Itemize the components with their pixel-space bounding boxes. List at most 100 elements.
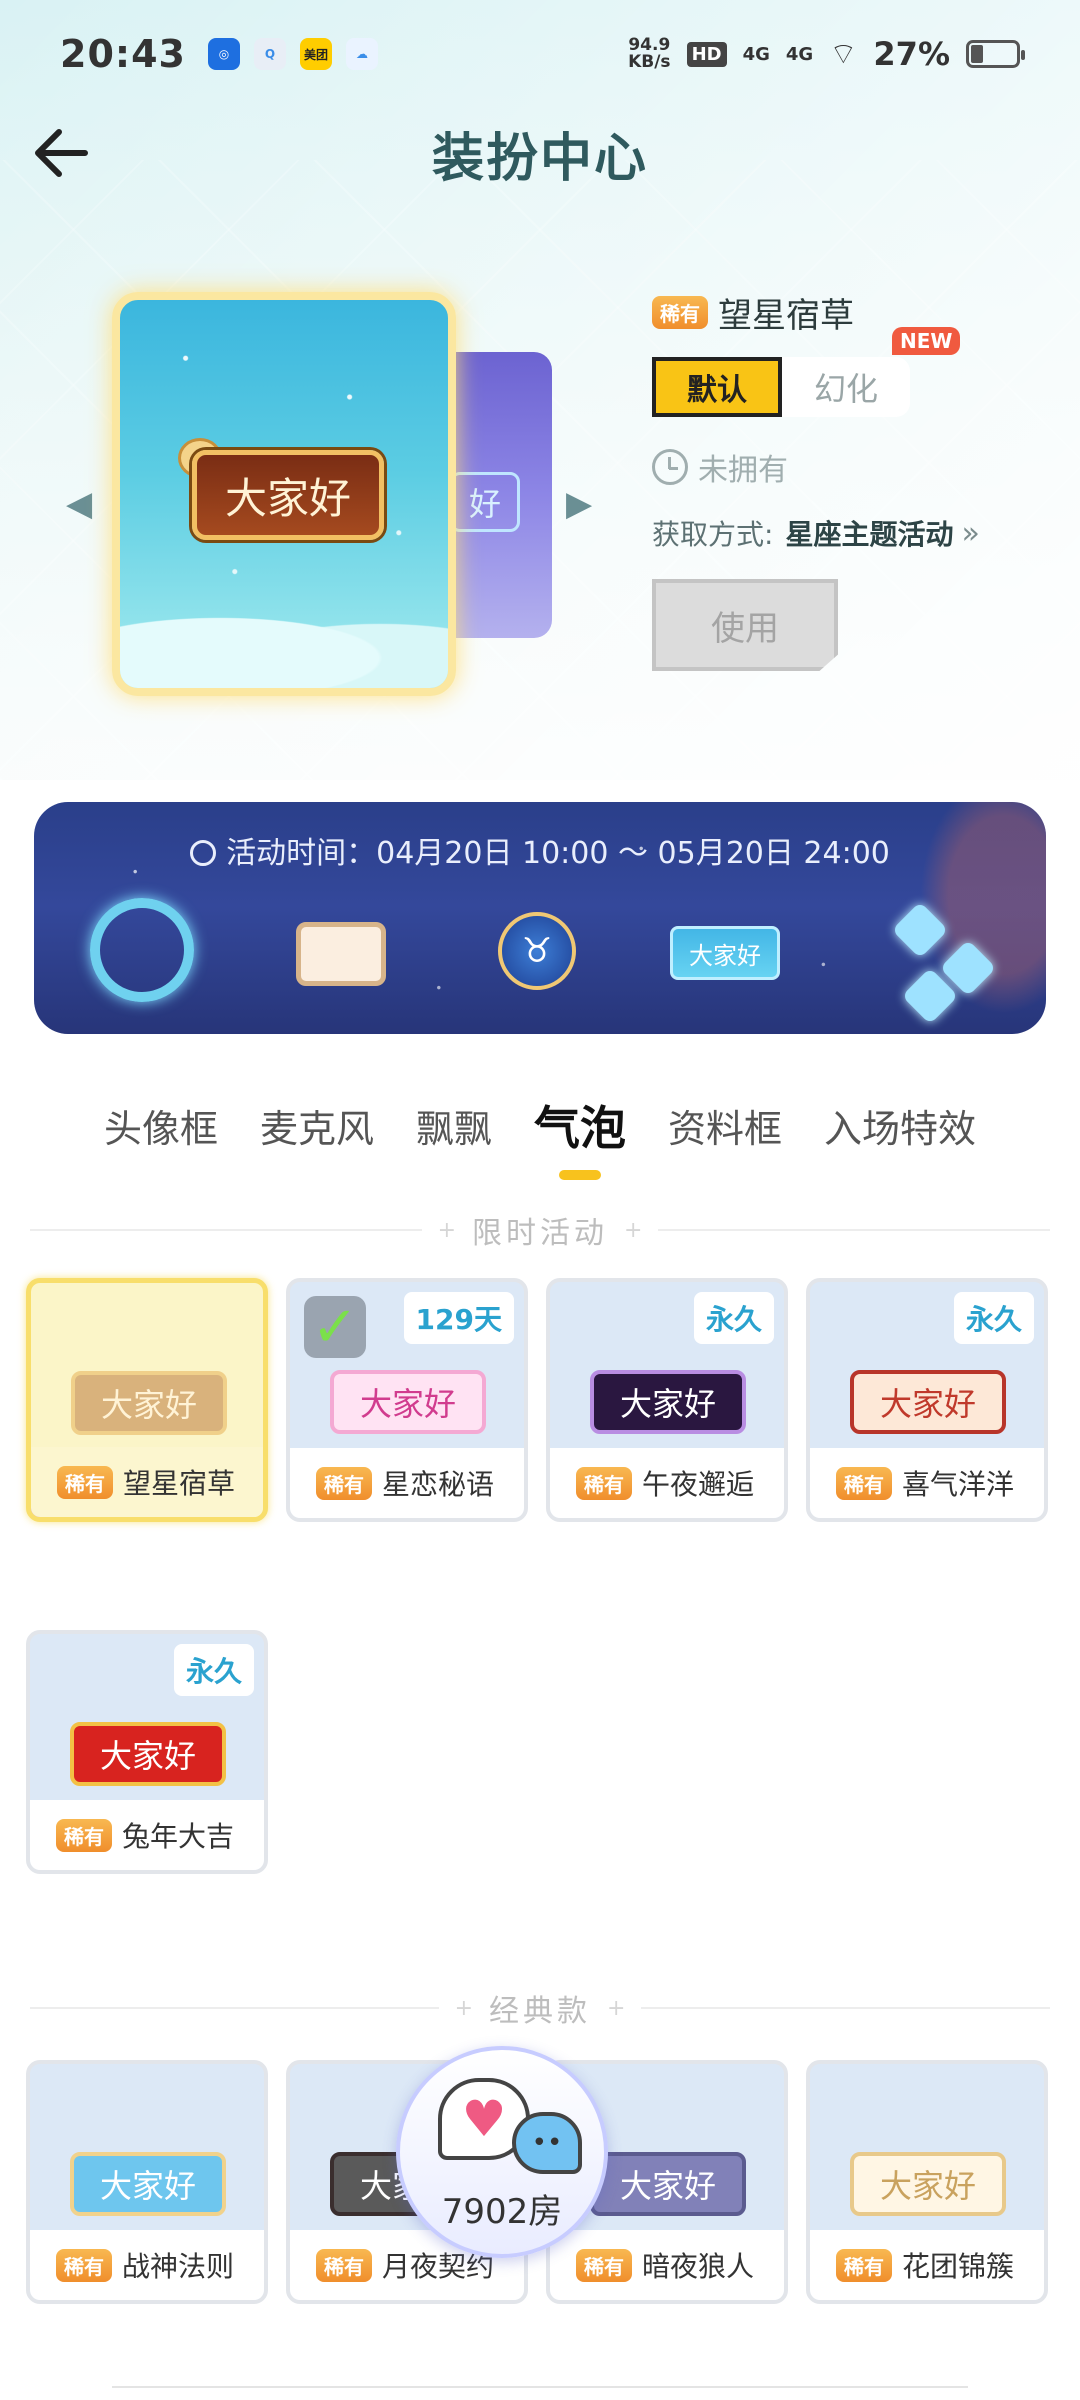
rare-tag: 稀有: [57, 1465, 113, 1499]
back-button[interactable]: [28, 120, 94, 186]
q-app-icon: Q: [253, 38, 286, 70]
rare-tag: 稀有: [316, 1466, 372, 1500]
room-float-button[interactable]: ♥ •• 7902房: [396, 2046, 608, 2258]
double-chevron-icon[interactable]: »: [961, 516, 979, 551]
bubble-preview: 大家好: [330, 1370, 486, 1434]
acquire-method[interactable]: 获取方式: 星座主题活动 »: [652, 513, 1062, 553]
status-bar: 20:43 ◎ Q 美团 ☁ 94.9 KB/s HD 4G 4G ⌔ 27%: [0, 0, 1080, 108]
preview-next-bubble: 好: [450, 472, 520, 532]
next-arrow-icon[interactable]: ▶: [566, 484, 592, 524]
net-speed: 94.9 KB/s: [628, 37, 670, 71]
circle-app-icon: ◎: [207, 38, 240, 70]
battery-fill: [971, 45, 983, 63]
item-name: 星恋秘语: [382, 1468, 495, 1501]
preview-next-card[interactable]: 好: [440, 352, 552, 638]
acquire-value[interactable]: 星座主题活动: [785, 513, 953, 553]
bubble-item-card[interactable]: 大家好 129天 ✓ 稀有 星恋秘语: [286, 1278, 528, 1522]
avatar-frame-reward: [90, 898, 194, 1002]
rare-tag: 稀有: [576, 2248, 632, 2282]
checkmark-icon: ✓: [304, 1295, 366, 1360]
category-tabs: 头像框 麦克风 飘飘 气泡 资料框 入场特效: [0, 1080, 1080, 1180]
divider-line: [30, 1229, 422, 1231]
plus-icon: +: [624, 1217, 643, 1243]
item-name: 兔年大吉: [122, 1820, 235, 1853]
tab-profile-frame[interactable]: 资料框: [668, 1098, 782, 1153]
divider-line: [30, 2007, 439, 2009]
item-name-row: 稀有 望星宿草: [652, 288, 1062, 337]
bubble-item-card[interactable]: 大家好 永久 稀有 喜气洋洋: [806, 1278, 1048, 1522]
bubble-item-card[interactable]: 大家好稀有 花团锦簇: [806, 2060, 1048, 2304]
ownership-status: 未拥有: [652, 445, 1062, 489]
battery-percent: 27%: [873, 35, 950, 73]
meituan-icon: 美团: [299, 38, 332, 70]
mode-morph-button[interactable]: 幻化: [782, 357, 910, 417]
page-title: 装扮中心: [431, 128, 648, 189]
plus-icon: +: [607, 1995, 626, 2021]
mode-default-button[interactable]: 默认: [652, 357, 782, 417]
tab-microphone[interactable]: 麦克风: [260, 1098, 374, 1153]
tab-bubble[interactable]: 气泡: [534, 1092, 626, 1180]
duration-badge: 永久: [173, 1644, 254, 1696]
rare-tag: 稀有: [576, 1466, 632, 1500]
ownership-text: 未拥有: [698, 453, 788, 488]
card-footer: 稀有 花团锦簇: [810, 2230, 1044, 2300]
hd-badge: HD: [686, 41, 727, 67]
bubble-item-card[interactable]: 大家好幻化稀有望星宿草: [26, 1278, 268, 1522]
event-time-text: 活动时间：04月20日 10:00 ～ 05月20日 24:00: [226, 836, 890, 871]
section-title-limited: 限时活动: [472, 1216, 608, 1251]
event-banner[interactable]: 活动时间：04月20日 10:00 ～ 05月20日 24:00 ♉ 大家好: [34, 802, 1046, 1034]
signal-4g-1: 4G: [742, 43, 770, 65]
signal-4g-2: 4G: [785, 43, 814, 65]
rare-tag: 稀有: [316, 2248, 372, 2282]
bubble-reward: 大家好: [670, 898, 780, 980]
tab-avatar-frame[interactable]: 头像框: [104, 1098, 218, 1153]
divider-line: [658, 1229, 1050, 1231]
tab-entrance-effect[interactable]: 入场特效: [824, 1098, 976, 1153]
duration-badge: 129天: [403, 1292, 514, 1344]
section-divider-classic: + 经典款 +: [30, 1988, 1050, 2029]
duration-badge: 永久: [693, 1292, 774, 1344]
status-time: 20:43: [60, 32, 186, 76]
bubble-preview: 大家好: [850, 1370, 1006, 1434]
profile-frame-reward: [296, 898, 386, 986]
status-app-icons: ◎ Q 美团 ☁: [207, 38, 378, 70]
clock-icon: [190, 840, 217, 866]
bubble-item-card[interactable]: 大家好 永久 稀有 兔年大吉: [26, 1630, 268, 1874]
wifi-icon: ⌔: [829, 37, 858, 72]
rare-tag: 稀有: [836, 1466, 892, 1500]
bubble-preview: 大家好: [71, 1371, 227, 1435]
item-name: 望星宿草: [718, 296, 854, 336]
tab-floating[interactable]: 飘飘: [416, 1098, 492, 1153]
net-speed-unit: KB/s: [628, 52, 671, 72]
item-name: 暗夜狼人: [642, 2250, 755, 2283]
header: 装扮中心: [0, 108, 1080, 198]
taurus-badge-reward: ♉: [498, 898, 576, 990]
bubble-preview: 大家好: [70, 2152, 226, 2216]
item-name: 花团锦簇: [902, 2250, 1015, 2283]
card-footer: 稀有 兔年大吉: [30, 1800, 264, 1870]
event-time: 活动时间：04月20日 10:00 ～ 05月20日 24:00: [34, 828, 1046, 872]
divider-line: [641, 2007, 1050, 2009]
bubble-preview: 大家好: [850, 2152, 1006, 2216]
item-name: 喜气洋洋: [902, 1468, 1015, 1501]
room-label: 7902房: [441, 2192, 563, 2232]
rare-tag: 稀有: [56, 2248, 112, 2282]
bubble-preview: 大家好: [590, 1370, 746, 1434]
plus-icon: +: [454, 1995, 473, 2021]
bubble-item-card[interactable]: 大家好 永久稀有 午夜邂逅: [546, 1278, 788, 1522]
bubble-item-card[interactable]: 大家好稀有 战神法则: [26, 2060, 268, 2304]
chat-bubble-icon: ••: [512, 2112, 582, 2174]
prev-arrow-icon[interactable]: ◀: [66, 484, 92, 524]
item-name: 望星宿草: [123, 1467, 236, 1500]
use-button[interactable]: 使用: [652, 579, 838, 671]
clock-icon: [652, 449, 688, 485]
card-footer: 稀有 战神法则: [30, 2230, 264, 2300]
mode-switch: 默认 幻化 NEW: [652, 327, 1062, 421]
rare-tag: 稀有: [56, 1818, 112, 1852]
card-footer: 稀有 午夜邂逅: [550, 1448, 784, 1518]
bubble-preview: 大家好: [590, 2152, 746, 2216]
cloud-app-icon: ☁: [345, 38, 378, 70]
new-badge: NEW: [892, 327, 961, 355]
section-divider-limited: + 限时活动 +: [30, 1210, 1050, 1251]
item-info: 稀有 望星宿草 默认 幻化 NEW 未拥有 获取方式: 星座主题活动 » 使用: [652, 288, 1062, 671]
